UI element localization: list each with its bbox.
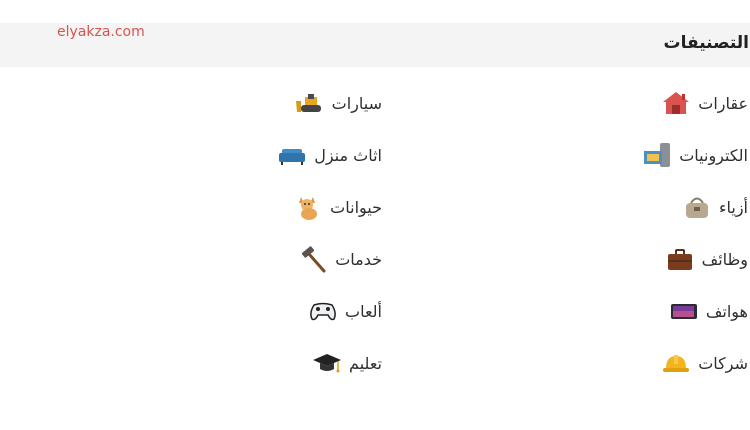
bulldozer-icon [295,89,325,117]
category-furniture[interactable]: اثاث منزل [277,141,382,169]
category-services[interactable]: خدمات [298,245,382,273]
category-companies[interactable]: شركات [661,349,748,377]
category-label: عقارات [698,93,748,113]
category-label: هواتف [705,301,748,321]
category-fashion[interactable]: أزياء [682,193,748,221]
category-education[interactable]: تعليم [312,349,382,377]
category-label: شركات [698,353,748,373]
handbag-icon [682,193,712,221]
briefcase-icon [665,245,695,273]
category-electronics[interactable]: الكترونيات [642,141,748,169]
site-watermark: elyakza.com [57,24,145,40]
category-label: حيوانات [330,197,382,217]
gamepad-icon [308,297,338,325]
category-label: أزياء [718,197,748,217]
category-label: تعليم [349,353,382,373]
hammer-icon [298,245,328,273]
category-real-estate[interactable]: عقارات [661,89,748,117]
category-label: خدمات [335,249,382,269]
house-icon [661,89,691,117]
phone-icon [669,297,699,325]
category-label: وظائف [701,249,748,269]
cat-icon [293,193,323,221]
category-label: ألعاب [345,301,382,321]
category-label: اثاث منزل [314,145,382,165]
category-label: الكترونيات [679,145,748,165]
category-phones[interactable]: هواتف [669,297,748,325]
category-jobs[interactable]: وظائف [665,245,748,273]
sofa-icon [277,141,307,169]
section-title: التصنيفات [663,33,749,53]
category-games[interactable]: ألعاب [308,297,382,325]
category-animals[interactable]: حيوانات [293,193,382,221]
graduation-cap-icon [312,349,342,377]
hard-hat-icon [661,349,691,377]
category-cars[interactable]: سيارات [295,89,382,117]
electronics-icon [642,141,672,169]
category-label: سيارات [331,93,382,113]
